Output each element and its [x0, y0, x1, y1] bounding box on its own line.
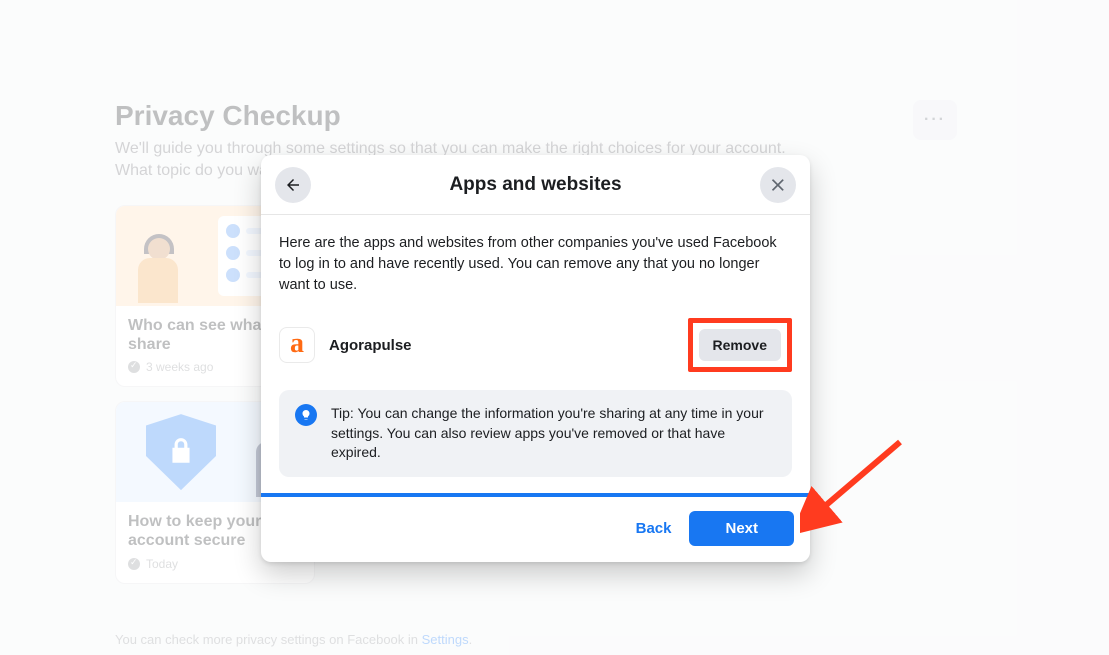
modal-description: Here are the apps and websites from othe…: [279, 233, 792, 296]
tip-text: Tip: You can change the information you'…: [331, 404, 776, 463]
close-icon: [769, 176, 787, 194]
agorapulse-icon: a: [279, 327, 315, 363]
arrow-left-icon: [284, 176, 302, 194]
tip-box: Tip: You can change the information you'…: [279, 390, 792, 477]
modal-header: Apps and websites: [261, 155, 810, 215]
modal-back-button[interactable]: [275, 167, 311, 203]
next-button[interactable]: Next: [689, 511, 794, 546]
modal-title: Apps and websites: [449, 174, 621, 196]
lightbulb-icon: [295, 404, 317, 426]
modal-footer: Back Next: [261, 497, 810, 562]
app-name: Agorapulse: [329, 337, 412, 354]
apps-and-websites-modal: Apps and websites Here are the apps and …: [261, 155, 810, 562]
app-row: a Agorapulse Remove: [279, 318, 792, 372]
remove-button[interactable]: Remove: [699, 329, 781, 361]
modal-body: Here are the apps and websites from othe…: [261, 215, 810, 493]
remove-highlight: Remove: [688, 318, 792, 372]
back-link[interactable]: Back: [636, 520, 672, 537]
modal-close-button[interactable]: [760, 167, 796, 203]
